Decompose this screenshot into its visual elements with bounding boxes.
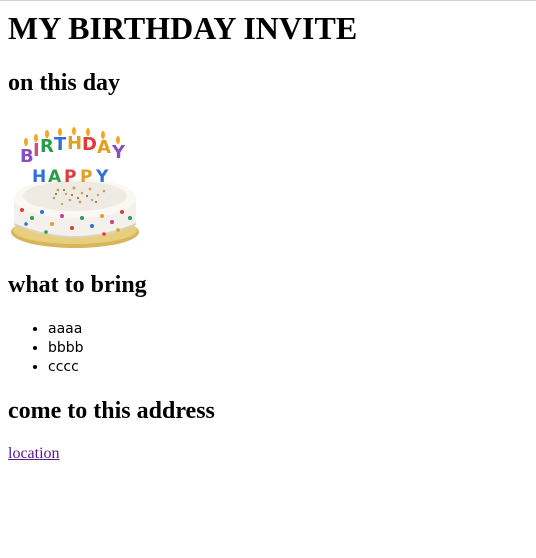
svg-text:D: D [82,134,97,155]
svg-text:A: A [97,137,111,158]
svg-text:R: R [40,136,54,157]
svg-text:Y: Y [95,167,109,187]
page-title: MY BIRTHDAY INVITE [8,10,358,46]
bring-list: aaaa bbbb cccc [8,320,84,377]
svg-text:I: I [33,140,40,161]
svg-text:A: A [48,167,62,187]
address-heading: come to this address [8,398,215,424]
svg-text:B: B [20,146,34,167]
birthday-cake-image: B I R T H D A Y H A P P Y [8,120,144,252]
svg-text:T: T [54,134,67,155]
top-border [0,0,536,1]
svg-text:P: P [64,167,76,187]
day-heading: on this day [8,70,121,96]
location-link[interactable]: location [8,444,60,464]
svg-text:P: P [80,167,92,187]
bring-heading: what to bring [8,272,147,298]
svg-text:H: H [67,133,82,154]
svg-text:H: H [32,167,46,187]
list-item: aaaa [48,320,84,339]
list-item: bbbb [48,339,84,358]
svg-text:Y: Y [111,142,126,163]
list-item: cccc [48,358,84,377]
